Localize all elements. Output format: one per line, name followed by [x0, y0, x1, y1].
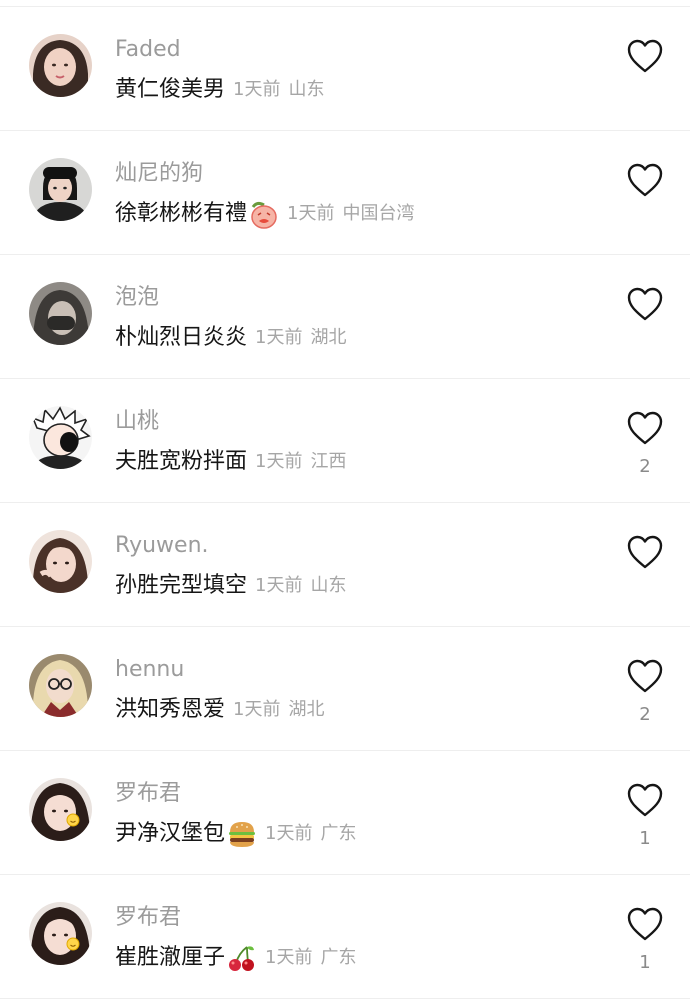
comment-line: 崔胜澈厘子 1天前 广东	[115, 942, 356, 974]
avatar[interactable]	[29, 406, 92, 469]
comment-list: Faded 黄仁俊美男 1天前 山东 灿尼的狗 徐彰彬彬有禮 1天前 中国台湾 …	[0, 6, 690, 999]
comment-text: 洪知秀恩爱	[115, 697, 226, 722]
comment-line: 洪知秀恩爱 1天前 湖北	[115, 694, 324, 726]
like-button[interactable]	[626, 161, 664, 201]
comment-location: 广东	[320, 947, 357, 968]
comment-text: 尹净汉堡包	[115, 821, 226, 846]
comment-meta: 1天前 广东	[265, 818, 356, 850]
comment-line: 朴灿烈日炎炎 1天前 湖北	[115, 322, 346, 354]
heart-icon	[627, 163, 663, 197]
like-button[interactable]	[626, 533, 664, 573]
comment-time: 1天前	[233, 699, 281, 720]
comment-text: 黄仁俊美男	[115, 77, 226, 102]
like-button[interactable]	[626, 905, 664, 945]
comment-item: 罗布君 崔胜澈厘子 1天前 广东 1	[0, 875, 690, 999]
heart-icon	[627, 907, 663, 941]
comment-text: 朴灿烈日炎炎	[115, 325, 248, 350]
username[interactable]: 灿尼的狗	[115, 159, 203, 189]
comment-meta: 1天前 广东	[265, 942, 356, 974]
username[interactable]: 罗布君	[115, 903, 181, 933]
comment-time: 1天前	[255, 575, 303, 596]
comment-item: hennu 洪知秀恩爱 1天前 湖北 2	[0, 627, 690, 751]
like-count: 1	[639, 828, 651, 849]
comment-meta: 1天前 湖北	[233, 694, 324, 726]
like-button[interactable]	[626, 657, 664, 697]
comment-item: 灿尼的狗 徐彰彬彬有禮 1天前 中国台湾	[0, 131, 690, 255]
comment-line: 黄仁俊美男 1天前 山东	[115, 74, 324, 106]
comment-text: 夫胜宽粉拌面	[115, 449, 248, 474]
comment-meta: 1天前 山东	[233, 74, 324, 106]
username[interactable]: 罗布君	[115, 779, 181, 809]
comment-line: 夫胜宽粉拌面 1天前 江西	[115, 446, 346, 478]
like-count: 2	[639, 704, 651, 725]
comment-location: 江西	[310, 451, 347, 472]
comment-time: 1天前	[255, 327, 303, 348]
avatar[interactable]	[29, 654, 92, 717]
comment-time: 1天前	[233, 79, 281, 100]
avatar[interactable]	[29, 282, 92, 345]
avatar[interactable]	[29, 158, 92, 221]
comment-item: 泡泡 朴灿烈日炎炎 1天前 湖北	[0, 255, 690, 379]
comment-location: 湖北	[288, 699, 325, 720]
comment-meta: 1天前 中国台湾	[287, 198, 414, 230]
heart-icon	[627, 659, 663, 693]
comment-text: 崔胜澈厘子	[115, 945, 226, 970]
heart-icon	[627, 411, 663, 445]
comment-line: 孙胜完型填空 1天前 山东	[115, 570, 346, 602]
like-button[interactable]	[626, 285, 664, 325]
comment-time: 1天前	[265, 823, 313, 844]
heart-icon	[627, 39, 663, 73]
heart-icon	[627, 287, 663, 321]
comment-time: 1天前	[287, 203, 335, 224]
comment-meta: 1天前 湖北	[255, 322, 346, 354]
comment-item: Ryuwen. 孙胜完型填空 1天前 山东	[0, 503, 690, 627]
like-button[interactable]	[626, 409, 664, 449]
like-button[interactable]	[626, 37, 664, 77]
like-button[interactable]	[626, 781, 664, 821]
heart-icon	[627, 535, 663, 569]
like-count: 1	[639, 952, 651, 973]
comment-meta: 1天前 山东	[255, 570, 346, 602]
heart-icon	[627, 783, 663, 817]
comment-text: 徐彰彬彬有禮	[115, 201, 248, 226]
username[interactable]: 山桃	[115, 407, 159, 437]
hamburger-icon	[227, 819, 257, 849]
comment-time: 1天前	[265, 947, 313, 968]
comment-item: 罗布君 尹净汉堡包 1天前 广东 1	[0, 751, 690, 875]
comment-location: 中国台湾	[342, 203, 415, 224]
comment-line: 徐彰彬彬有禮 1天前 中国台湾	[115, 198, 414, 230]
username[interactable]: hennu	[115, 655, 184, 685]
peach-face-icon	[249, 199, 279, 229]
comment-item: Faded 黄仁俊美男 1天前 山东	[0, 7, 690, 131]
avatar[interactable]	[29, 778, 92, 841]
avatar[interactable]	[29, 530, 92, 593]
username[interactable]: 泡泡	[115, 283, 159, 313]
comment-text: 孙胜完型填空	[115, 573, 248, 598]
username[interactable]: Faded	[115, 35, 181, 65]
comment-item: 山桃 夫胜宽粉拌面 1天前 江西 2	[0, 379, 690, 503]
avatar[interactable]	[29, 34, 92, 97]
comment-line: 尹净汉堡包 1天前 广东	[115, 818, 356, 850]
comment-location: 湖北	[310, 327, 347, 348]
comment-location: 广东	[320, 823, 357, 844]
cherries-icon	[227, 943, 257, 973]
comment-time: 1天前	[255, 451, 303, 472]
comment-location: 山东	[288, 79, 325, 100]
avatar[interactable]	[29, 902, 92, 965]
username[interactable]: Ryuwen.	[115, 531, 209, 561]
comment-location: 山东	[310, 575, 347, 596]
comment-meta: 1天前 江西	[255, 446, 346, 478]
like-count: 2	[639, 456, 651, 477]
